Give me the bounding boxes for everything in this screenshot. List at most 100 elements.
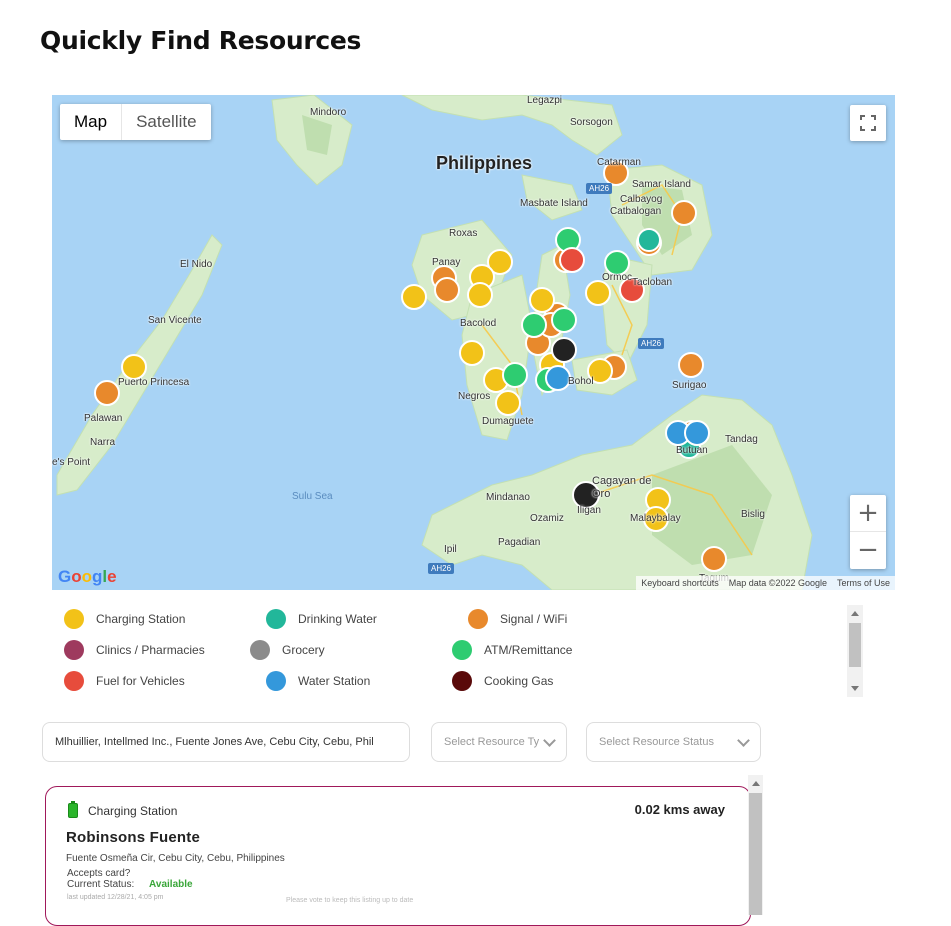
legend-dot [468,609,488,629]
map-label-country: Philippines [436,153,533,173]
map-label: Mindoro [310,107,347,118]
map-label: Catarman [597,157,641,168]
highway-shield: AH26 [428,563,455,574]
map-label: Dumaguete [482,416,534,427]
highway-shield: AH26 [638,338,665,349]
zoom-control[interactable]: + − [850,495,886,569]
scroll-up-icon[interactable] [752,781,760,786]
legend-label: Clinics / Pharmacies [96,643,205,657]
legend-item-charging-station[interactable]: Charging Station [64,609,185,629]
map-label: Narra [90,437,116,448]
resource-status-select[interactable]: Select Resource Status [586,722,761,762]
map-label: Pagadian [498,537,541,548]
legend-scrollbar[interactable] [847,605,863,697]
map-label: Ormoc [602,272,632,283]
resource-card[interactable]: Charging Station 0.02 kms away Robinsons… [45,786,751,926]
zoom-out-button[interactable]: − [850,532,886,569]
fullscreen-icon [860,115,876,131]
highway-shield: AH26 [586,183,613,194]
map-label: Tandag [725,434,758,445]
chevron-down-icon [543,733,556,747]
map-label: Calbayog [620,194,663,205]
last-updated: last updated 12/28/21, 4:05 pm [67,894,164,901]
legend-label: Signal / WiFi [500,612,568,626]
terms-of-use-link[interactable]: Terms of Use [837,578,890,588]
legend-dot [64,671,84,691]
map-label-sea: Sulu Sea [292,491,333,502]
legend-label: Grocery [282,643,325,657]
status-label: Current Status: [67,879,135,890]
legend-item-cooking-gas[interactable]: Cooking Gas [452,671,553,691]
resource-map[interactable]: Mindoro Legazpi Sorsogon Philippines Cat… [52,95,895,590]
location-search-input[interactable]: Mlhuillier, Intellmed Inc., Fuente Jones… [42,722,410,762]
map-label: Iligan [577,505,601,516]
legend-label: Cooking Gas [484,674,554,688]
scroll-up-icon[interactable] [851,611,859,616]
map-label: Surigao [672,380,707,391]
map-label: Ipil [444,544,457,555]
keyboard-shortcuts-link[interactable]: Keyboard shortcuts [641,578,719,588]
legend-dot [452,640,472,660]
legend-dot [250,640,270,660]
legend-item-clinics-pharmacies[interactable]: Clinics / Pharmacies [64,640,205,660]
map-label: Negros [458,391,491,402]
map-label: Malaybalay [630,513,681,524]
map-label: El Nido [180,259,213,270]
map-type-satellite-button[interactable]: Satellite [121,104,210,140]
legend-label: Charging Station [96,612,186,626]
legend-item-grocery[interactable]: Grocery [250,640,325,660]
map-label: Samar Island [632,179,691,190]
legend-item-fuel-for-vehicles[interactable]: Fuel for Vehicles [64,671,185,691]
map-label: San Vicente [148,315,202,326]
page-title: Quickly Find Resources [40,26,362,55]
map-label: Bohol [568,376,594,387]
resource-status-placeholder: Select Resource Status [599,736,714,748]
map-label: Legazpi [527,95,563,106]
map-label: Ozamiz [530,513,564,524]
accepts-card-label: Accepts card? [67,868,131,879]
map-label: Roxas [449,228,478,239]
map-label: Bacolod [460,318,497,329]
legend-dot [452,671,472,691]
scrollbar-thumb[interactable] [749,793,762,915]
zoom-in-button[interactable]: + [850,495,886,532]
legend-label: Fuel for Vehicles [96,674,185,688]
legend-item-signal-wifi[interactable]: Signal / WiFi [468,609,567,629]
map-label: Catbalogan [610,206,662,217]
legend: Charging Station Drinking Water Signal /… [52,605,862,697]
resource-name: Robinsons Fuente [66,829,201,846]
map-attribution: Keyboard shortcuts Map data ©2022 Google… [636,576,895,590]
map-label: Tacloban [632,277,673,288]
results-scrollbar[interactable] [748,775,763,915]
map-label: Masbate Island [520,198,588,209]
current-status: Current Status: Available [67,879,193,890]
scroll-down-icon[interactable] [851,686,859,691]
legend-item-water-station[interactable]: Water Station [266,671,370,691]
legend-label: Drinking Water [298,612,377,626]
resource-type: Charging Station [68,801,177,818]
legend-dot [266,609,286,629]
resource-address: Fuente Osmeña Cir, Cebu City, Cebu, Phil… [66,853,285,864]
battery-icon [68,801,78,818]
legend-dot [266,671,286,691]
resource-type-placeholder: Select Resource Type [444,736,539,748]
map-label: e's Point [52,457,91,468]
map-label: Palawan [84,413,123,424]
map-type-map-button[interactable]: Map [60,104,121,140]
legend-label: Water Station [298,674,371,688]
map-type-control[interactable]: Map Satellite [60,104,211,140]
scrollbar-thumb[interactable] [849,623,861,667]
resource-type-select[interactable]: Select Resource Type [431,722,567,762]
legend-item-drinking-water[interactable]: Drinking Water [266,609,377,629]
map-label: Bislig [741,509,765,520]
map-label: Mindanao [486,492,530,503]
status-badge: Available [149,879,193,890]
legend-dot [64,609,84,629]
legend-label: ATM/Remittance [484,643,573,657]
map-label: Panay [432,257,461,268]
map-label: Sorsogon [570,117,613,128]
legend-item-atm-remittance[interactable]: ATM/Remittance [452,640,572,660]
map-data-credit: Map data ©2022 Google [728,578,827,588]
fullscreen-button[interactable] [850,105,886,141]
resource-distance: 0.02 kms away [634,802,725,817]
